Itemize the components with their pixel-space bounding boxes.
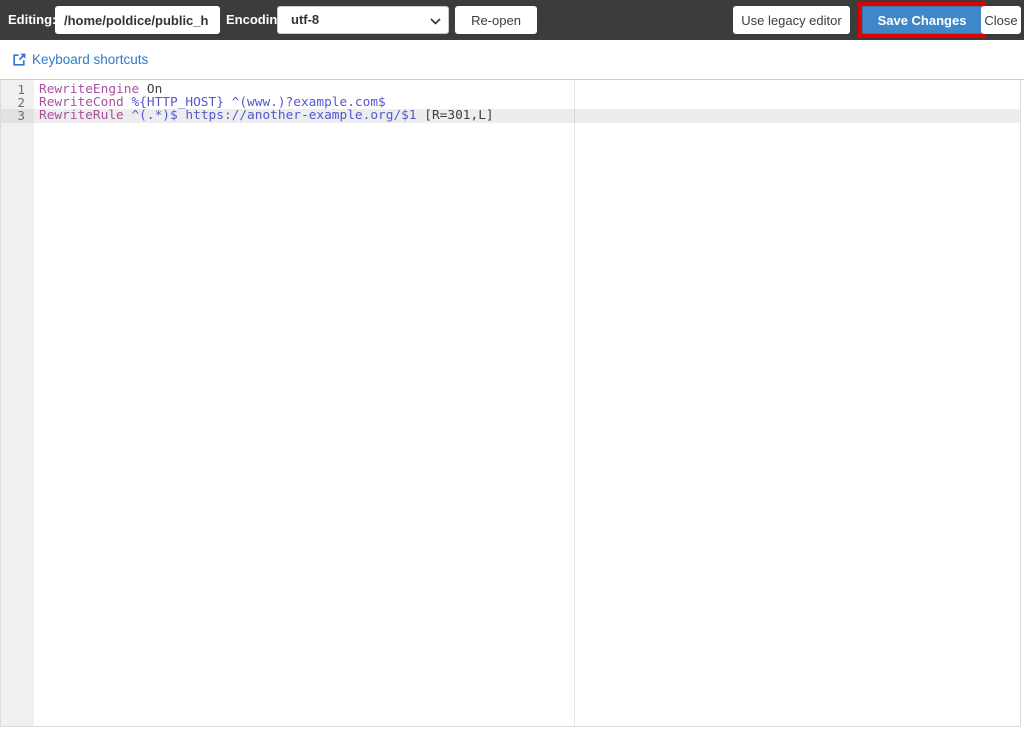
keyboard-shortcuts-link[interactable]: Keyboard shortcuts: [13, 52, 148, 67]
editing-label: Editing:: [8, 12, 57, 27]
line-number: 3: [1, 109, 34, 123]
use-legacy-editor-button[interactable]: Use legacy editor: [733, 6, 850, 34]
save-changes-button[interactable]: Save Changes: [862, 6, 982, 34]
reopen-button[interactable]: Re-open: [455, 6, 537, 34]
keyboard-shortcuts-label: Keyboard shortcuts: [32, 52, 149, 67]
close-button[interactable]: Close: [981, 6, 1021, 34]
print-margin-ruler: [574, 80, 575, 726]
gutter: 123: [1, 80, 34, 726]
file-path-input[interactable]: [55, 6, 220, 34]
editor-header-bar: Editing: Encoding: utf-8 Re-open Use leg…: [0, 0, 1024, 40]
code-editor[interactable]: 123 RewriteEngine On RewriteCond %{HTTP_H…: [0, 80, 1021, 727]
code-line[interactable]: RewriteRule ^(.*)$ https://another-examp…: [34, 109, 1020, 123]
editor-toolbar: Keyboard shortcuts >_ ↺ ↻ ↔ 13px Apache …: [0, 40, 1024, 117]
encoding-select[interactable]: utf-8: [277, 6, 449, 34]
external-link-icon: [13, 53, 26, 66]
encoding-select-value: utf-8: [291, 12, 320, 27]
red-annotation-box: Save Changes: [858, 2, 986, 38]
code-lines[interactable]: RewriteEngine On RewriteCond %{HTTP_HOST}…: [34, 80, 1020, 123]
chevron-down-icon: [430, 18, 441, 25]
